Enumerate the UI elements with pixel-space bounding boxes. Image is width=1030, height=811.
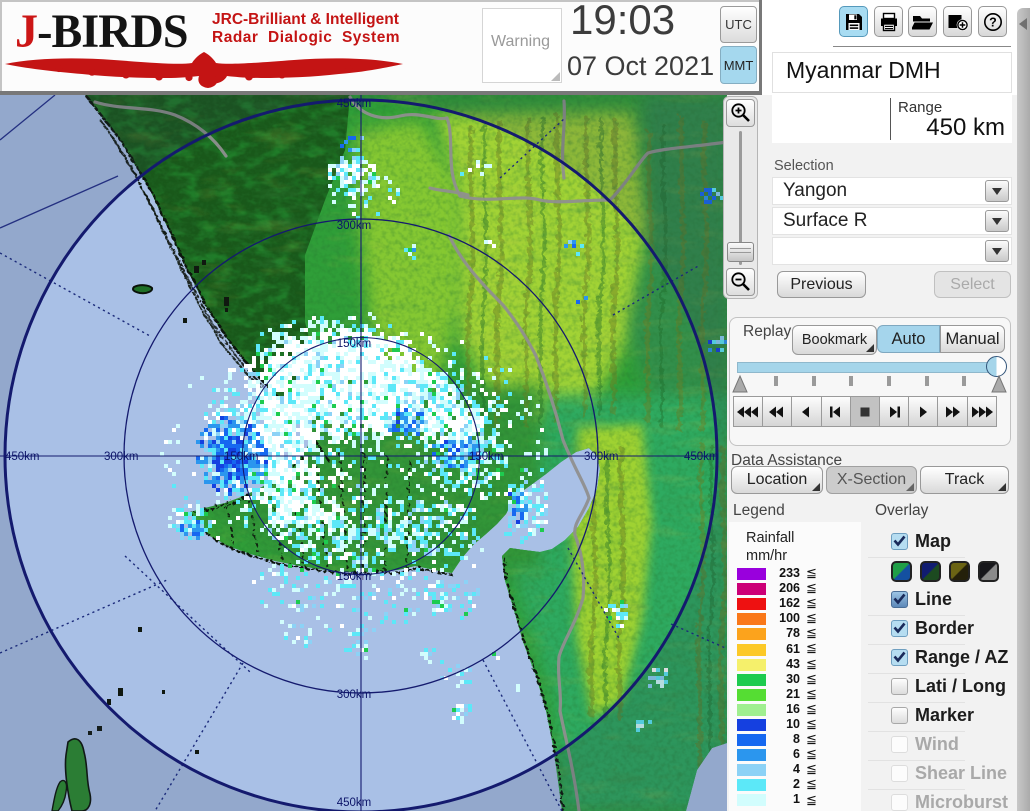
svg-text:150km: 150km — [337, 338, 372, 350]
svg-text:300km: 300km — [584, 451, 619, 463]
svg-text:150km: 150km — [469, 451, 504, 463]
svg-text:450km: 450km — [5, 451, 40, 463]
svg-text:450km: 450km — [337, 797, 372, 809]
svg-text:450km: 450km — [684, 451, 719, 463]
svg-text:?: ? — [989, 15, 997, 29]
svg-text:300km: 300km — [337, 689, 372, 701]
svg-text:300km: 300km — [337, 220, 372, 232]
svg-text:300km: 300km — [104, 451, 139, 463]
svg-text:150km: 150km — [224, 451, 259, 463]
svg-text:150km: 150km — [337, 571, 372, 583]
svg-text:450km: 450km — [337, 98, 372, 110]
